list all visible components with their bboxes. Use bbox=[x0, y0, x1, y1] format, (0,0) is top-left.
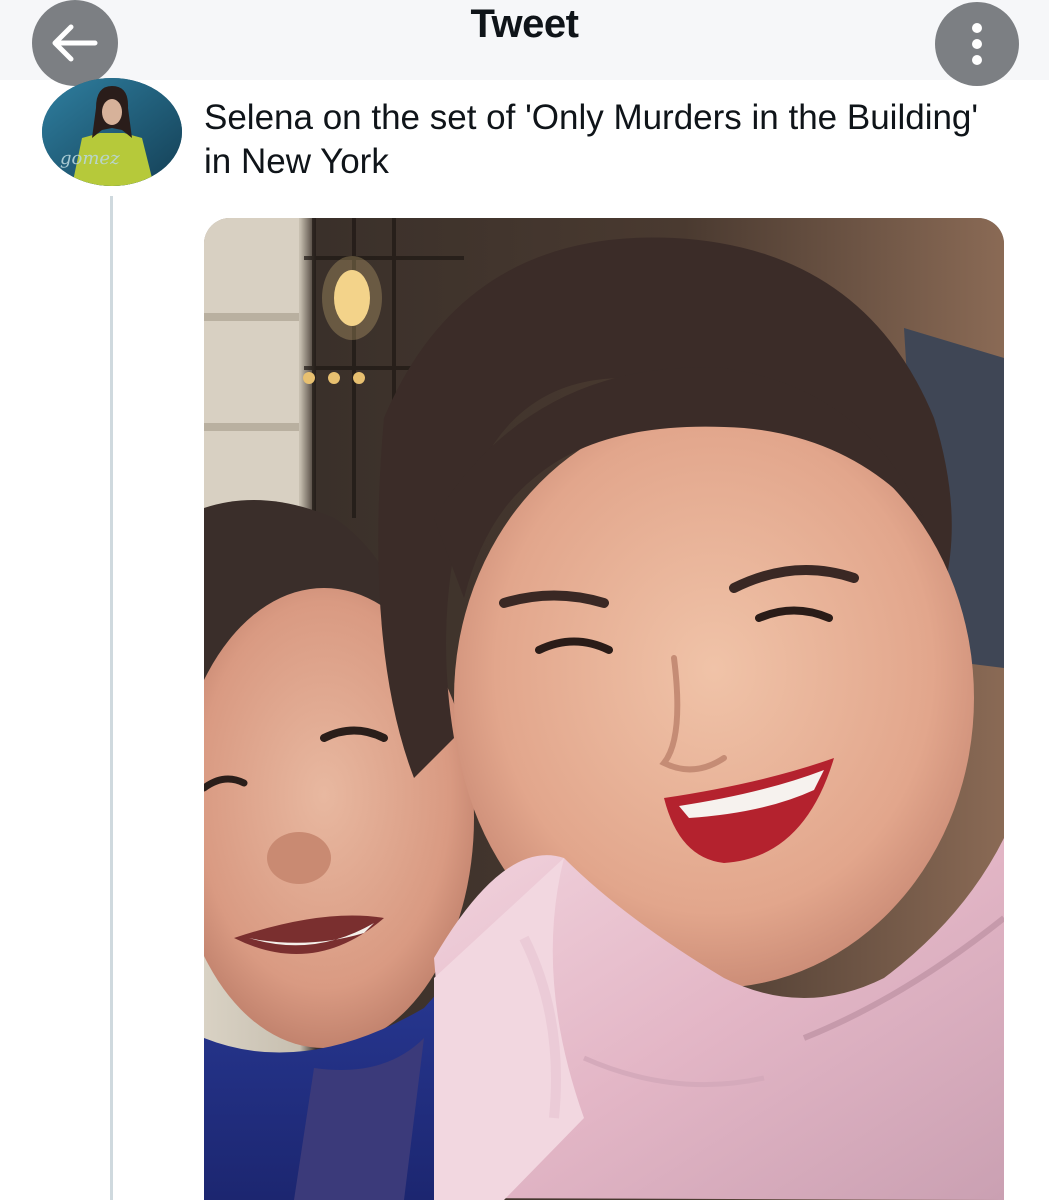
tweet-photo[interactable] bbox=[204, 218, 1004, 1200]
tweet-screen: Tweet gomez Selena on the set of 'Only M… bbox=[0, 0, 1049, 1200]
back-button[interactable] bbox=[32, 0, 118, 86]
top-bar: Tweet bbox=[0, 0, 1049, 86]
page-title: Tweet bbox=[470, 2, 579, 46]
more-vertical-icon bbox=[972, 23, 982, 65]
avatar-image bbox=[42, 78, 182, 186]
arrow-left-icon bbox=[52, 24, 98, 62]
avatar-logo-text: gomez bbox=[60, 148, 120, 169]
tweet-text: Selena on the set of 'Only Murders in th… bbox=[204, 98, 979, 181]
thread-line bbox=[110, 196, 113, 1200]
photo-illustration bbox=[204, 218, 1004, 1200]
avatar[interactable]: gomez bbox=[42, 78, 182, 186]
more-options-button[interactable] bbox=[935, 2, 1019, 86]
